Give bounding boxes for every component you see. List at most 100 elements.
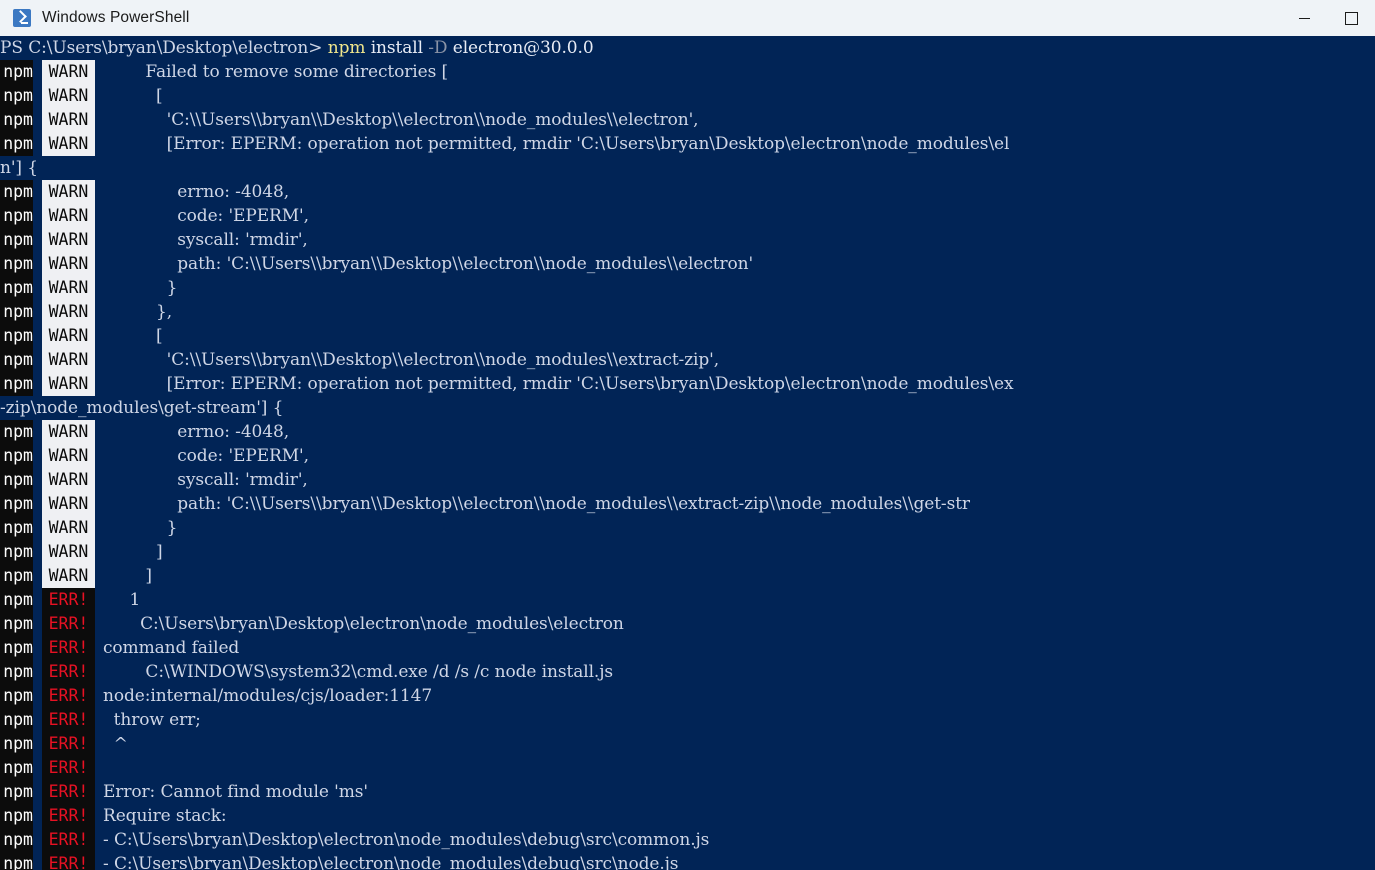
- log-level-error-badge: ERR!: [42, 708, 95, 732]
- log-level-warn-badge: WARN: [42, 516, 95, 540]
- log-source-label: npm: [0, 492, 33, 516]
- log-level-warn-badge: WARN: [42, 108, 95, 132]
- minimize-icon: [1299, 17, 1310, 19]
- powershell-icon: [13, 9, 31, 27]
- log-level-error-badge: ERR!: [42, 780, 95, 804]
- terminal-line: npm ERR! C:\Users\bryan\Desktop\electron\…: [0, 612, 1375, 636]
- log-level-warn-badge: WARN: [42, 372, 95, 396]
- terminal-line: npm WARN ]: [0, 540, 1375, 564]
- terminal-line-text: syscall: 'rmdir',: [103, 230, 308, 250]
- terminal-line: npm WARN path: 'C:\\Users\\bryan\\Desktop…: [0, 252, 1375, 276]
- log-source-label: npm: [0, 324, 33, 348]
- gutter-spacer: [33, 780, 42, 804]
- terminal-line-text: - C:\Users\bryan\Desktop\electron\node_m…: [103, 854, 679, 870]
- log-level-warn-badge: WARN: [42, 540, 95, 564]
- minimize-button[interactable]: [1281, 0, 1328, 36]
- terminal-line: npm ERR! - C:\Users\bryan\Desktop\electron…: [0, 852, 1375, 870]
- terminal-line-text: [Error: EPERM: operation not permitted, …: [103, 134, 1010, 154]
- gutter-spacer: [33, 828, 42, 852]
- gutter-spacer: [33, 708, 42, 732]
- maximize-icon: [1345, 11, 1358, 25]
- log-level-warn-badge: WARN: [42, 252, 95, 276]
- terminal-line-text: [: [103, 326, 163, 346]
- gutter-spacer: [33, 468, 42, 492]
- log-level-warn-badge: WARN: [42, 204, 95, 228]
- terminal-line: npm WARN code: 'EPERM',: [0, 444, 1375, 468]
- log-source-label: npm: [0, 540, 33, 564]
- terminal-line: npm WARN 'C:\\Users\\bryan\\Desktop\\elec…: [0, 348, 1375, 372]
- terminal-line-text: C:\Users\bryan\Desktop\electron\node_mod…: [103, 614, 624, 634]
- gutter-spacer: [33, 204, 42, 228]
- log-source-label: npm: [0, 84, 33, 108]
- log-source-label: npm: [0, 756, 33, 780]
- terminal-line: npm WARN [: [0, 84, 1375, 108]
- terminal-line: npm WARN [: [0, 324, 1375, 348]
- terminal-wrapped-line-text: -zip\node_modules\get-stream'] {: [0, 398, 284, 418]
- terminal-line: n'] {: [0, 156, 1375, 180]
- gutter-spacer: [33, 276, 42, 300]
- gutter-spacer: [33, 228, 42, 252]
- gutter-spacer: [33, 804, 42, 828]
- window-title: Windows PowerShell: [42, 9, 190, 26]
- terminal-line-text: Failed to remove some directories [: [103, 62, 449, 82]
- terminal-line-text: - C:\Users\bryan\Desktop\electron\node_m…: [103, 830, 710, 850]
- log-source-label: npm: [0, 588, 33, 612]
- terminal-line-text: [Error: EPERM: operation not permitted, …: [103, 374, 1014, 394]
- terminal-line: npm ERR! 1: [0, 588, 1375, 612]
- gutter-spacer: [33, 636, 42, 660]
- log-source-label: npm: [0, 804, 33, 828]
- prompt-line: PS C:\Users\bryan\Desktop\electron> npm …: [0, 36, 1375, 60]
- gutter-spacer: [33, 420, 42, 444]
- terminal-line-text: Error: Cannot find module 'ms': [103, 782, 368, 802]
- gutter-spacer: [33, 300, 42, 324]
- command-name: npm: [327, 38, 366, 58]
- gutter-spacer: [33, 444, 42, 468]
- log-level-error-badge: ERR!: [42, 732, 95, 756]
- log-source-label: npm: [0, 132, 33, 156]
- gutter-spacer: [33, 660, 42, 684]
- terminal-line-text: errno: -4048,: [103, 182, 289, 202]
- log-level-error-badge: ERR!: [42, 804, 95, 828]
- terminal-line: npm ERR!: [0, 756, 1375, 780]
- terminal-line-text: command failed: [103, 638, 240, 658]
- log-level-warn-badge: WARN: [42, 276, 95, 300]
- gutter-spacer: [33, 132, 42, 156]
- log-source-label: npm: [0, 684, 33, 708]
- log-level-error-badge: ERR!: [42, 588, 95, 612]
- terminal-line: npm WARN Failed to remove some directorie…: [0, 60, 1375, 84]
- prompt-path: PS C:\Users\bryan\Desktop\electron>: [0, 38, 328, 58]
- terminal-line: npm WARN syscall: 'rmdir',: [0, 468, 1375, 492]
- log-source-label: npm: [0, 708, 33, 732]
- terminal-line-text: }: [103, 518, 178, 538]
- terminal-line-text: code: 'EPERM',: [103, 446, 309, 466]
- terminal-line-text: code: 'EPERM',: [103, 206, 309, 226]
- log-level-warn-badge: WARN: [42, 132, 95, 156]
- terminal-line-text: 1: [103, 590, 141, 610]
- gutter-spacer: [33, 684, 42, 708]
- gutter-spacer: [33, 84, 42, 108]
- terminal-line: npm WARN 'C:\\Users\\bryan\\Desktop\\elec…: [0, 108, 1375, 132]
- log-level-warn-badge: WARN: [42, 468, 95, 492]
- terminal-output-area[interactable]: PS C:\Users\bryan\Desktop\electron> npm …: [0, 36, 1375, 870]
- log-level-warn-badge: WARN: [42, 60, 95, 84]
- gutter-spacer: [33, 756, 42, 780]
- log-source-label: npm: [0, 468, 33, 492]
- terminal-line-text: path: 'C:\\Users\\bryan\\Desktop\\electr…: [103, 494, 970, 514]
- log-source-label: npm: [0, 252, 33, 276]
- log-source-label: npm: [0, 108, 33, 132]
- log-source-label: npm: [0, 828, 33, 852]
- terminal-line: npm ERR! Error: Cannot find module 'ms': [0, 780, 1375, 804]
- log-level-warn-badge: WARN: [42, 324, 95, 348]
- terminal-line: npm ERR! command failed: [0, 636, 1375, 660]
- terminal-line-text: },: [103, 302, 173, 322]
- command-flag: -D: [428, 38, 448, 58]
- log-level-warn-badge: WARN: [42, 180, 95, 204]
- terminal-line-text: Require stack:: [103, 806, 227, 826]
- log-source-label: npm: [0, 300, 33, 324]
- terminal-line: npm ERR! Require stack:: [0, 804, 1375, 828]
- powershell-underscore-glyph: [21, 22, 28, 24]
- maximize-button[interactable]: [1328, 0, 1375, 36]
- terminal-line: npm ERR! - C:\Users\bryan\Desktop\electron…: [0, 828, 1375, 852]
- gutter-spacer: [33, 372, 42, 396]
- log-source-label: npm: [0, 372, 33, 396]
